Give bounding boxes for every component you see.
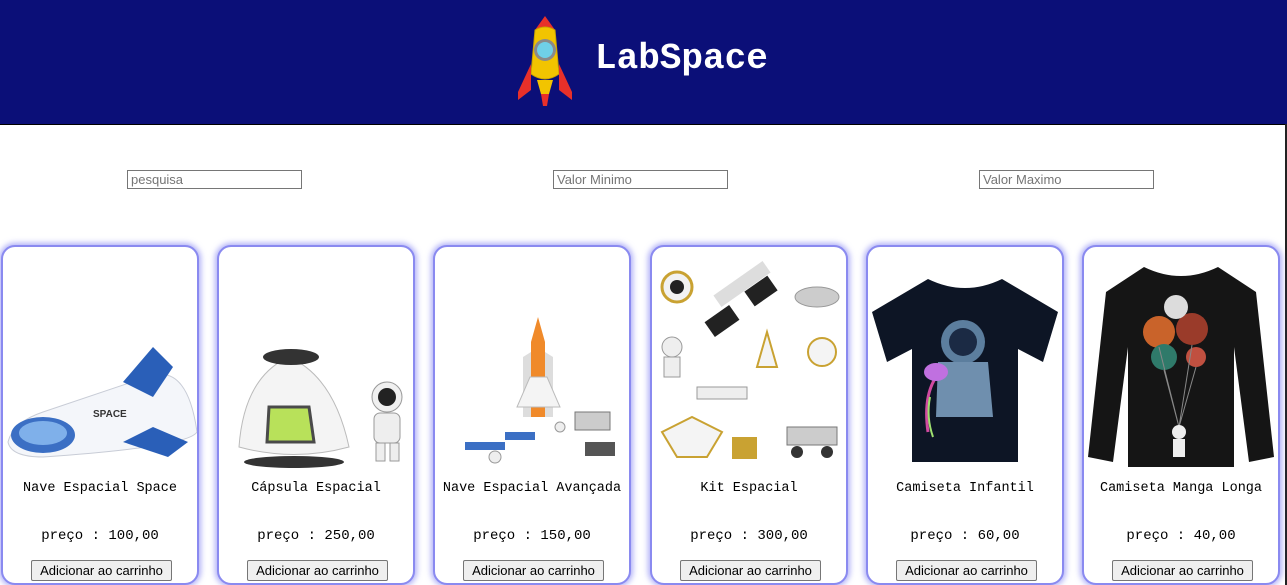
product-name: Camiseta Infantil [896,481,1034,496]
header-bar: LabSpace [0,0,1287,125]
add-to-cart-button[interactable]: Adicionar ao carrinho [896,560,1037,581]
product-name: Cápsula Espacial [251,481,381,496]
product-price: preço : 250,00 [257,528,375,544]
product-price: preço : 150,00 [473,528,591,544]
rocket-icon [518,16,572,106]
add-to-cart-button[interactable]: Adicionar ao carrinho [31,560,172,581]
space-kit-image [660,261,840,459]
product-price: preço : 40,00 [1126,528,1236,544]
svg-text:SPACE: SPACE [93,409,127,420]
add-to-cart-button[interactable]: Adicionar ao carrinho [247,560,388,581]
product-price: preço : 300,00 [690,528,808,544]
advanced-rocket-toy-image [465,317,615,464]
product-name: Nave Espacial Avançada [442,481,622,496]
product-card: Cápsula Espacial preço : 250,00 Adiciona… [217,245,415,585]
search-input[interactable] [127,170,302,189]
product-name: Kit Espacial [700,481,798,496]
long-sleeve-shirt-image [1088,267,1274,467]
product-card: Camiseta Manga Longa preço : 40,00 Adici… [1082,245,1280,585]
product-card: Nave Espacial Avançada preço : 150,00 Ad… [433,245,631,585]
product-price: preço : 100,00 [41,528,159,544]
add-to-cart-button[interactable]: Adicionar ao carrinho [680,560,821,581]
astronaut-tshirt-image [872,279,1058,462]
add-to-cart-button[interactable]: Adicionar ao carrinho [1112,560,1253,581]
product-name: Nave Espacial Space [23,481,177,496]
product-name: Camiseta Manga Longa [1099,481,1263,496]
brand-title: LabSpace [595,38,768,79]
product-price: preço : 60,00 [910,528,1020,544]
product-card: Kit Espacial preço : 300,00 Adicionar ao… [650,245,848,585]
space-capsule-toy-image [238,349,403,468]
max-value-input[interactable] [979,170,1154,189]
product-card: SPACE Nave Espacial Space preço : 100,00… [1,245,199,585]
add-to-cart-button[interactable]: Adicionar ao carrinho [463,560,604,581]
product-card: Camiseta Infantil preço : 60,00 Adiciona… [866,245,1064,585]
space-shuttle-toy-image: SPACE [7,347,197,458]
min-value-input[interactable] [553,170,728,189]
